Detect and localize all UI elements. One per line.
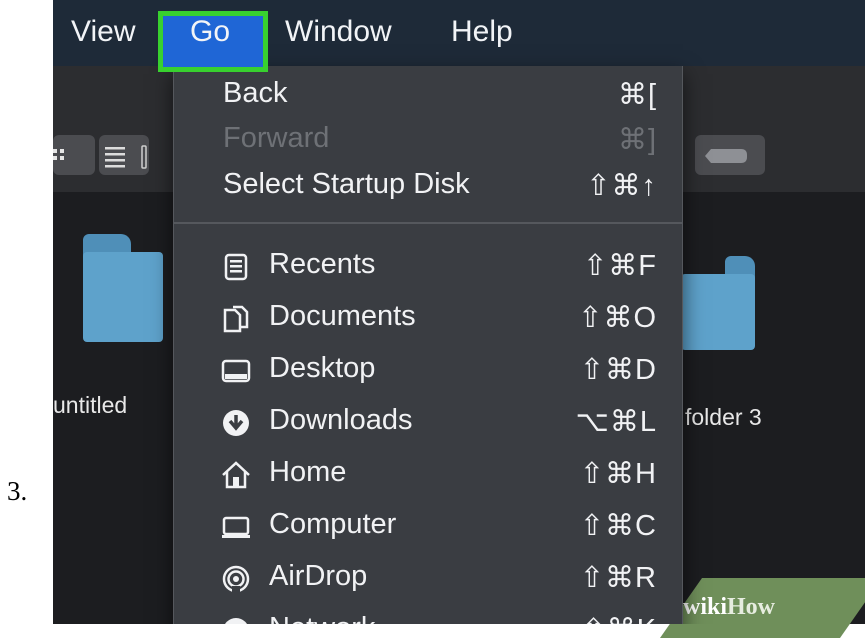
tags-button[interactable] bbox=[695, 135, 765, 175]
shortcut: ⇧⌘R bbox=[579, 562, 657, 594]
mac-screenshot: View Go Window Help untitled folder 3 Ba… bbox=[53, 0, 865, 624]
watermark-wiki: wiki bbox=[683, 594, 728, 620]
menu-item-home[interactable]: Home ⇧⌘H bbox=[174, 448, 682, 500]
home-icon bbox=[222, 461, 250, 489]
menu-item-label: Computer bbox=[269, 508, 397, 540]
menu-window[interactable]: Window bbox=[285, 14, 392, 50]
menu-separator bbox=[174, 222, 682, 224]
shortcut: ⇧⌘↑ bbox=[586, 170, 657, 202]
step-number: 3. bbox=[7, 476, 28, 506]
menu-item-recents[interactable]: Recents ⇧⌘F bbox=[174, 240, 682, 292]
downloads-icon bbox=[223, 410, 249, 436]
menu-item-downloads[interactable]: Downloads ⌥⌘L bbox=[174, 396, 682, 448]
menu-item-label: Home bbox=[269, 456, 347, 488]
menu-item-computer[interactable]: Computer ⇧⌘C bbox=[174, 500, 682, 552]
menu-item-label: Select Startup Disk bbox=[223, 168, 470, 200]
shortcut: ⇧⌘H bbox=[579, 458, 657, 490]
computer-icon bbox=[222, 516, 250, 538]
documents-icon bbox=[223, 305, 249, 333]
menu-item-label: Network bbox=[269, 612, 375, 624]
icon-view-button[interactable] bbox=[53, 135, 95, 175]
desktop-icon bbox=[221, 359, 251, 383]
shortcut: ⇧⌘K bbox=[581, 612, 657, 624]
recents-icon bbox=[224, 253, 248, 281]
menu-go[interactable]: Go bbox=[190, 14, 230, 50]
shortcut: ⌘] bbox=[617, 124, 657, 156]
tag-icon bbox=[705, 149, 747, 163]
shortcut: ⇧⌘C bbox=[579, 510, 657, 542]
shortcut: ⇧⌘O bbox=[578, 302, 657, 334]
menu-item-label: Documents bbox=[269, 300, 416, 332]
menu-item-forward: Forward ⌘] bbox=[174, 114, 682, 166]
menu-item-network[interactable]: Network ⇧⌘K bbox=[174, 604, 682, 624]
folder-body bbox=[83, 252, 163, 342]
menu-view[interactable]: View bbox=[71, 14, 135, 50]
menu-item-select-startup-disk[interactable]: Select Startup Disk ⇧⌘↑ bbox=[174, 160, 682, 212]
folder-label-3: folder 3 bbox=[685, 404, 762, 430]
menu-item-label: Downloads bbox=[269, 404, 413, 436]
shortcut: ⌥⌘L bbox=[575, 406, 657, 438]
menu-item-desktop[interactable]: Desktop ⇧⌘D bbox=[174, 344, 682, 396]
menu-item-label: Forward bbox=[223, 122, 330, 154]
menu-help[interactable]: Help bbox=[451, 14, 513, 50]
menu-item-label: Recents bbox=[269, 248, 376, 280]
list-view-button[interactable] bbox=[99, 135, 149, 175]
network-icon bbox=[225, 618, 247, 624]
watermark-how: How bbox=[727, 594, 776, 620]
folder-label-untitled: untitled bbox=[53, 392, 128, 418]
menu-item-label: AirDrop bbox=[269, 560, 368, 592]
shortcut: ⇧⌘F bbox=[582, 250, 657, 282]
shortcut: ⇧⌘D bbox=[579, 354, 657, 386]
airdrop-icon bbox=[222, 565, 250, 594]
folder-body bbox=[681, 274, 755, 350]
menu-item-label: Back bbox=[223, 77, 288, 109]
menu-item-airdrop[interactable]: AirDrop ⇧⌘R bbox=[174, 552, 682, 604]
shortcut: ⌘[ bbox=[617, 79, 657, 111]
menu-item-label: Desktop bbox=[269, 352, 376, 384]
list-view-icon bbox=[105, 145, 147, 169]
wikihow-watermark: wikiHow bbox=[683, 594, 775, 621]
go-menu-dropdown: Back ⌘[ Forward ⌘] Select Startup Disk ⇧… bbox=[173, 66, 683, 624]
menu-bar: View Go Window Help bbox=[53, 0, 865, 72]
menu-item-documents[interactable]: Documents ⇧⌘O bbox=[174, 292, 682, 344]
grid-view-icon bbox=[53, 149, 64, 160]
